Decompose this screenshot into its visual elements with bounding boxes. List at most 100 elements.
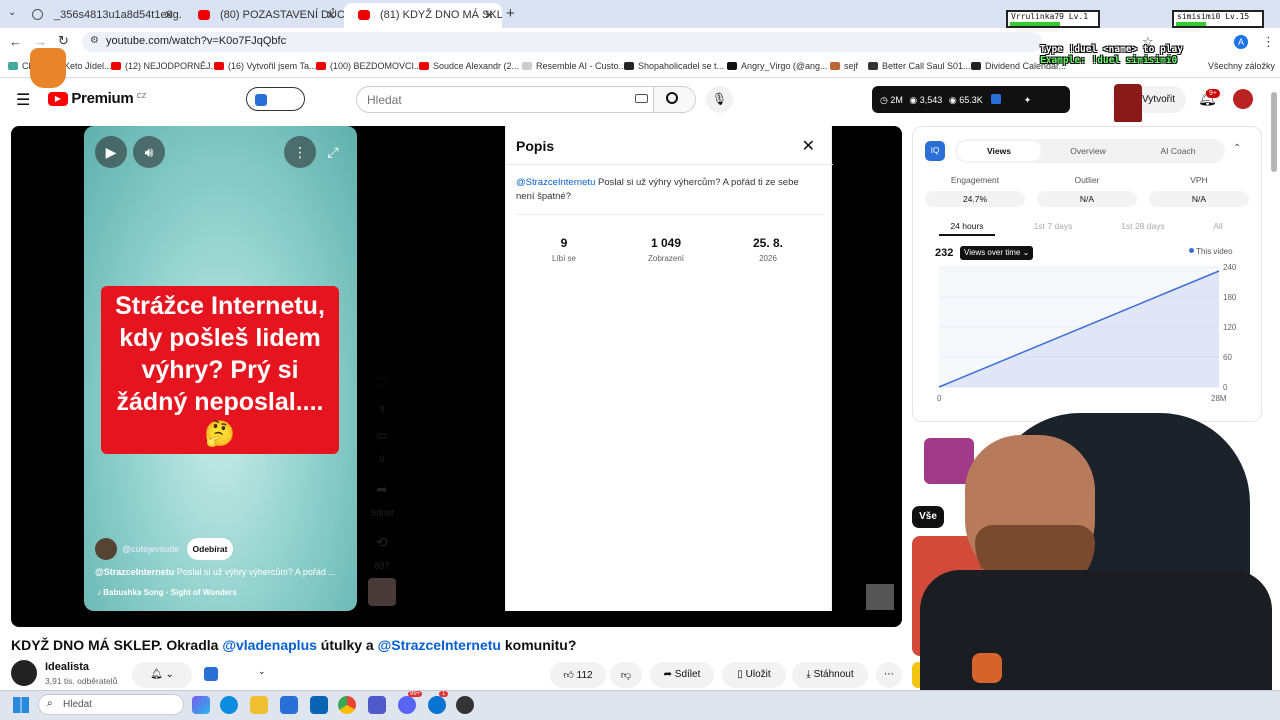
tab-list-chevron-icon[interactable]: ⌄ (8, 7, 16, 18)
forward-icon[interactable]: → (34, 34, 47, 49)
notification-subscribe-button[interactable]: 🔔︎ ⌄ (132, 662, 192, 688)
page-scrollbar[interactable] (1271, 92, 1277, 172)
subscribe-button[interactable]: Odebírat (187, 538, 233, 560)
profile-avatar[interactable]: A (1234, 35, 1248, 49)
range-all[interactable]: All (1203, 221, 1233, 231)
short-song[interactable]: ♪ Babushka Song · Sight of Wonders (97, 588, 237, 597)
bookmark-icon: ▯ (737, 669, 743, 680)
remix-action[interactable]: ⟲ 837 (370, 534, 394, 571)
close-tab-icon[interactable]: ✕ (484, 8, 494, 22)
vidiq-toggle[interactable] (246, 87, 305, 111)
more-options-button[interactable]: ⋮ (284, 136, 316, 168)
channel-name[interactable]: Idealista (45, 661, 89, 673)
voice-search-button[interactable]: 🎙 (706, 86, 733, 113)
browser-tab[interactable]: (80) POZASTAVENÍ DŮCHODU ✕ (184, 3, 344, 28)
sound-thumbnail[interactable] (368, 578, 396, 606)
kpi-engagement: 24.7% (925, 191, 1025, 207)
x-tick-label: 28M (1211, 394, 1227, 403)
close-tab-icon[interactable]: ✕ (326, 8, 336, 22)
chevron-down-icon[interactable]: ⌄ (258, 666, 266, 677)
range-28d[interactable]: 1st 28 days (1113, 221, 1173, 231)
more-vertical-icon: ⋮ (293, 144, 307, 160)
channel-avatar[interactable] (95, 538, 117, 560)
download-button[interactable]: ⤓ Stáhnout (792, 662, 868, 688)
player1-nameplate: Vrrulinka79 Lv.1 (1006, 10, 1100, 28)
clock-icon: ◷ (880, 95, 888, 105)
bookmark[interactable]: Angry_Virgo (@ang... (727, 61, 828, 71)
app-icon[interactable] (428, 696, 446, 714)
eye-icon: ◉ (909, 95, 918, 105)
obs-icon[interactable] (456, 696, 474, 714)
microphone-icon: 🎙 (711, 92, 728, 106)
vidiq-badge-icon[interactable] (204, 667, 218, 681)
kpi-label: Outlier (1074, 175, 1100, 185)
tab-title: _356s4813u1a8d54t1e0g.tmp (54, 9, 182, 21)
bookmark-folder[interactable]: Všechny záložky (1208, 61, 1275, 71)
hamburger-menu-icon[interactable]: ☰ (16, 90, 30, 110)
close-icon[interactable]: ✕ (802, 136, 815, 156)
reload-icon[interactable]: ↻ (58, 33, 69, 49)
channel-avatar[interactable] (11, 660, 37, 686)
youtube-premium-logo[interactable]: ▶ Premium CZ (48, 90, 146, 107)
download-icon: ⤓ (806, 669, 811, 680)
bookmark[interactable]: Resemble AI - Custo... (522, 61, 626, 71)
collapse-chevron-icon[interactable]: ⌃ (1233, 143, 1241, 154)
thumbs-down-icon: 👎︎ (620, 670, 632, 681)
range-24h[interactable]: 24 hours (939, 221, 995, 236)
like-action[interactable]: ♡ 9 (370, 374, 394, 414)
file-explorer-icon[interactable] (250, 696, 268, 714)
site-info-icon[interactable]: ⚙ (90, 35, 99, 46)
like-button[interactable]: 👍︎ 112 (550, 662, 606, 688)
short-embed[interactable]: ▶ 🔊︎ ⋮ ⤢ Strážce Internetu, kdy pošleš l… (84, 126, 357, 611)
bookmark[interactable]: Better Call Saul S01... (868, 61, 971, 71)
dislike-button[interactable]: 👎︎ (610, 662, 642, 688)
browser-tab-active[interactable]: (81) KDYŽ DNO MÁ SKLEP. ✕ (344, 3, 502, 28)
menu-dots-icon[interactable]: ⋮ (1262, 34, 1275, 50)
store-icon[interactable] (280, 696, 298, 714)
tab-ai-coach[interactable]: AI Coach (1138, 146, 1218, 156)
x-tick-label: 0 (937, 394, 942, 403)
windows-start-icon[interactable] (13, 697, 29, 713)
save-button[interactable]: ▯ Uložit (722, 662, 786, 688)
share-button[interactable]: ➦ Sdílet (650, 662, 714, 688)
url-bar[interactable]: ⚙ youtube.com/watch?v=K0o7FJqQbfc (82, 32, 1042, 52)
discord-icon[interactable] (398, 696, 416, 714)
y-tick-label: 240 (1223, 263, 1237, 272)
chrome-icon[interactable] (338, 696, 356, 714)
taskbar-search[interactable]: ⌕ Hledat (38, 694, 184, 715)
mute-button[interactable]: 🔊︎ (133, 136, 165, 168)
keyboard-icon[interactable] (635, 94, 648, 103)
bookmark[interactable]: (100) BEZDOMOVCI... (316, 61, 422, 71)
channel-stats-bar[interactable]: ◷ 2M ◉ 3,543 ◉ 65.3K ✦ (872, 86, 1070, 113)
copilot-icon[interactable] (192, 696, 210, 714)
back-icon[interactable]: ← (9, 34, 22, 49)
search-bar[interactable] (356, 86, 696, 113)
outlook-icon[interactable] (310, 696, 328, 714)
more-actions-button[interactable]: ⋯ (876, 662, 902, 688)
fullscreen-button[interactable]: ⤢ (317, 136, 349, 168)
account-avatar[interactable] (1233, 89, 1253, 109)
metric-dropdown[interactable]: Views over time ⌄ (960, 246, 1034, 260)
search-button[interactable] (653, 87, 695, 112)
vidiq-stats-panel: IQ Views Overview AI Coach ⌃ Engagement … (912, 126, 1262, 422)
edge-icon[interactable] (220, 696, 238, 714)
new-tab-button[interactable]: + (506, 5, 515, 22)
bookmark[interactable]: (16) Vytvořil jsem Ta... (214, 61, 317, 71)
browser-tab[interactable]: _356s4813u1a8d54t1e0g.tmp ✕ (18, 3, 182, 28)
teams-icon[interactable] (368, 696, 386, 714)
range-7d[interactable]: 1st 7 days (1023, 221, 1083, 231)
url-text: youtube.com/watch?v=K0o7FJqQbfc (106, 35, 287, 47)
comment-action[interactable]: ▭ 0 (370, 428, 394, 464)
share-action[interactable]: ➦ Sdílet (370, 481, 394, 518)
bookmark[interactable]: (12) NEJODPORNĚJ... (111, 61, 218, 71)
tab-overview[interactable]: Overview (1048, 146, 1128, 156)
bookmark[interactable]: Shopaholicadel se t... (624, 61, 724, 71)
play-button[interactable]: ▶ (95, 136, 127, 168)
tab-views[interactable]: Views (957, 141, 1041, 161)
short-channel-name[interactable]: @cutejevsude (122, 544, 179, 554)
bookmark[interactable]: Soudce Alexandr (2... (419, 61, 519, 71)
bookmark[interactable]: sejf (830, 61, 858, 71)
close-tab-icon[interactable]: ✕ (164, 8, 174, 22)
comment-icon: ▭ (376, 428, 388, 442)
search-input[interactable] (367, 91, 627, 109)
